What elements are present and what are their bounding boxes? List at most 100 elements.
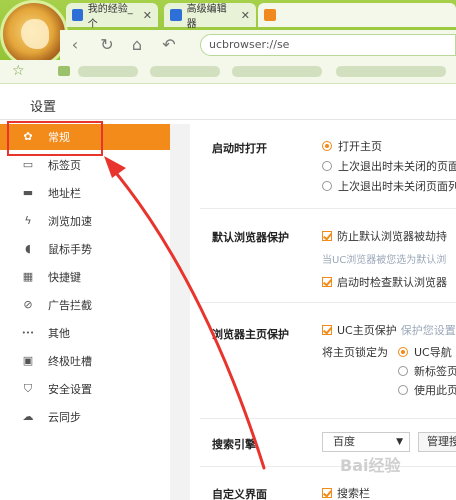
sidebar-item-shortcuts[interactable]: ▦ 快捷键 — [0, 264, 170, 290]
close-icon[interactable]: ✕ — [143, 9, 152, 22]
check-default-on-start-checkbox[interactable]: 启动时检查默认浏览器 — [322, 274, 447, 290]
shield-icon: ⛉ — [23, 382, 33, 395]
star-icon[interactable]: ☆ — [12, 63, 25, 79]
prevent-hijack-checkbox[interactable]: 防止默认浏览器被劫持 — [322, 228, 447, 244]
option-label: 上次退出时未关闭页面列 — [338, 180, 456, 193]
home-option-new-tab[interactable]: 新标签页 — [398, 363, 456, 379]
watermark: Bai经验 — [340, 456, 401, 475]
home-option-uc-nav[interactable]: UC导航 — [398, 344, 452, 360]
checkbox[interactable] — [322, 231, 332, 241]
sidebar-item-mouse-gestures[interactable]: ◖ 鼠标手势 — [0, 236, 170, 262]
bookmark-item[interactable] — [232, 66, 322, 77]
search-engine-select[interactable]: 百度 ▼ — [322, 432, 410, 452]
triangle-down-icon: ▼ — [396, 437, 403, 447]
sidebar-item-label: 地址栏 — [48, 187, 81, 200]
cloud-icon: ☁ — [22, 410, 34, 423]
checkbox[interactable] — [322, 277, 332, 287]
browser-tab-2[interactable]: 高级编辑器 ✕ — [164, 3, 256, 30]
radio-button[interactable] — [322, 141, 332, 151]
sidebar-item-label: 浏览加速 — [48, 215, 92, 228]
startup-option-last-session[interactable]: 上次退出时未关闭的页面 — [322, 158, 456, 174]
option-label: 搜索栏 — [337, 487, 370, 500]
sidebar-item-acceleration[interactable]: ϟ 浏览加速 — [0, 208, 170, 234]
sidebar-item-ad-block[interactable]: ⊘ 广告拦截 — [0, 292, 170, 318]
lightning-icon: ϟ — [24, 214, 32, 227]
radio-button[interactable] — [322, 181, 332, 191]
radio-button[interactable] — [398, 347, 408, 357]
bookmark-item[interactable] — [78, 66, 138, 77]
sidebar-item-address-bar[interactable]: ▬ 地址栏 — [0, 180, 170, 206]
search-bar-checkbox[interactable]: 搜索栏 — [322, 485, 370, 500]
browser-tab-1[interactable]: 我的经验_个 ✕ — [66, 3, 158, 30]
settings-header — [0, 84, 456, 120]
keyboard-icon: ▦ — [22, 270, 34, 283]
default-protect-hint: 当UC浏览器被您选为默认浏 — [322, 255, 447, 266]
sidebar-item-other[interactable]: ••• 其他 — [0, 320, 170, 346]
section-divider — [200, 418, 456, 419]
selected-engine: 百度 — [333, 435, 355, 448]
manage-search-button[interactable]: 管理搜 — [418, 432, 456, 452]
home-protect-hint: 保护您设置的 — [400, 324, 456, 337]
option-label: UC导航 — [414, 346, 452, 359]
option-label: 启动时检查默认浏览器 — [337, 276, 447, 289]
address-bar-icon: ▬ — [22, 186, 34, 199]
settings-tab-icon — [264, 9, 276, 21]
section-divider — [200, 466, 456, 467]
more-icon: ••• — [21, 329, 35, 337]
mouse-icon: ◖ — [25, 242, 31, 255]
tab-label: 高级编辑器 — [186, 4, 227, 30]
radio-button[interactable] — [398, 366, 408, 376]
back-icon[interactable]: ‹ — [64, 36, 86, 54]
option-label: UC主页保护 — [337, 324, 397, 337]
uc-browser-logo[interactable] — [0, 0, 68, 68]
home-icon[interactable]: ⌂ — [126, 36, 148, 54]
checkbox[interactable] — [322, 325, 332, 335]
highlight-box — [7, 121, 103, 156]
startup-option-last-list[interactable]: 上次退出时未关闭页面列 — [322, 178, 456, 194]
sidebar-item-feedback[interactable]: ▣ 终极吐槽 — [0, 348, 170, 374]
section-label-home-protect: 浏览器主页保护 — [212, 328, 289, 341]
section-label-search-engine: 搜索引擎 — [212, 438, 256, 451]
lock-home-label: 将主页锁定为 — [322, 346, 388, 359]
sidebar-item-label: 其他 — [48, 327, 70, 340]
bookmark-item[interactable] — [150, 66, 220, 77]
sidebar-item-label: 终极吐槽 — [48, 355, 92, 368]
radio-button[interactable] — [322, 161, 332, 171]
section-label-default-protect: 默认浏览器保护 — [212, 231, 289, 244]
option-label: 使用此页 — [414, 384, 456, 397]
undo-icon[interactable]: ↶ — [158, 36, 180, 54]
paw-icon — [170, 9, 182, 21]
startup-option-home[interactable]: 打开主页 — [322, 138, 382, 154]
folder-icon[interactable] — [58, 66, 70, 76]
page-title: 设置 — [30, 100, 57, 115]
sidebar-item-security[interactable]: ⛉ 安全设置 — [0, 376, 170, 402]
tab-icon: ▭ — [22, 158, 34, 171]
section-label-startup: 启动时打开 — [212, 142, 267, 155]
sidebar-item-label: 快捷键 — [48, 271, 81, 284]
sidebar-item-label: 广告拦截 — [48, 299, 92, 312]
section-divider — [200, 208, 456, 209]
browser-tab-settings[interactable] — [258, 3, 456, 27]
paw-icon — [72, 9, 83, 21]
sidebar-item-label: 标签页 — [48, 159, 81, 172]
tab-label: 我的经验_个 — [87, 4, 133, 30]
sidebar-item-label: 云同步 — [48, 411, 81, 424]
refresh-icon[interactable]: ↻ — [96, 36, 118, 54]
sidebar-item-label: 鼠标手势 — [48, 243, 92, 256]
feedback-icon: ▣ — [22, 354, 34, 367]
option-label: 打开主页 — [338, 140, 382, 153]
block-icon: ⊘ — [23, 298, 33, 311]
option-label: 新标签页 — [414, 365, 456, 378]
address-bar[interactable]: ucbrowser://se — [200, 34, 456, 56]
checkbox[interactable] — [322, 488, 332, 498]
sidebar-item-label: 安全设置 — [48, 383, 92, 396]
uc-home-protect-checkbox[interactable]: UC主页保护保护您设置的 — [322, 322, 456, 338]
home-option-this-page[interactable]: 使用此页 — [398, 382, 456, 398]
section-label-custom-ui: 自定义界面 — [212, 488, 267, 500]
sidebar-divider — [170, 124, 190, 500]
section-divider — [200, 302, 456, 303]
radio-button[interactable] — [398, 385, 408, 395]
close-icon[interactable]: ✕ — [241, 9, 250, 22]
bookmark-item[interactable] — [336, 66, 446, 77]
sidebar-item-cloud-sync[interactable]: ☁ 云同步 — [0, 404, 170, 430]
